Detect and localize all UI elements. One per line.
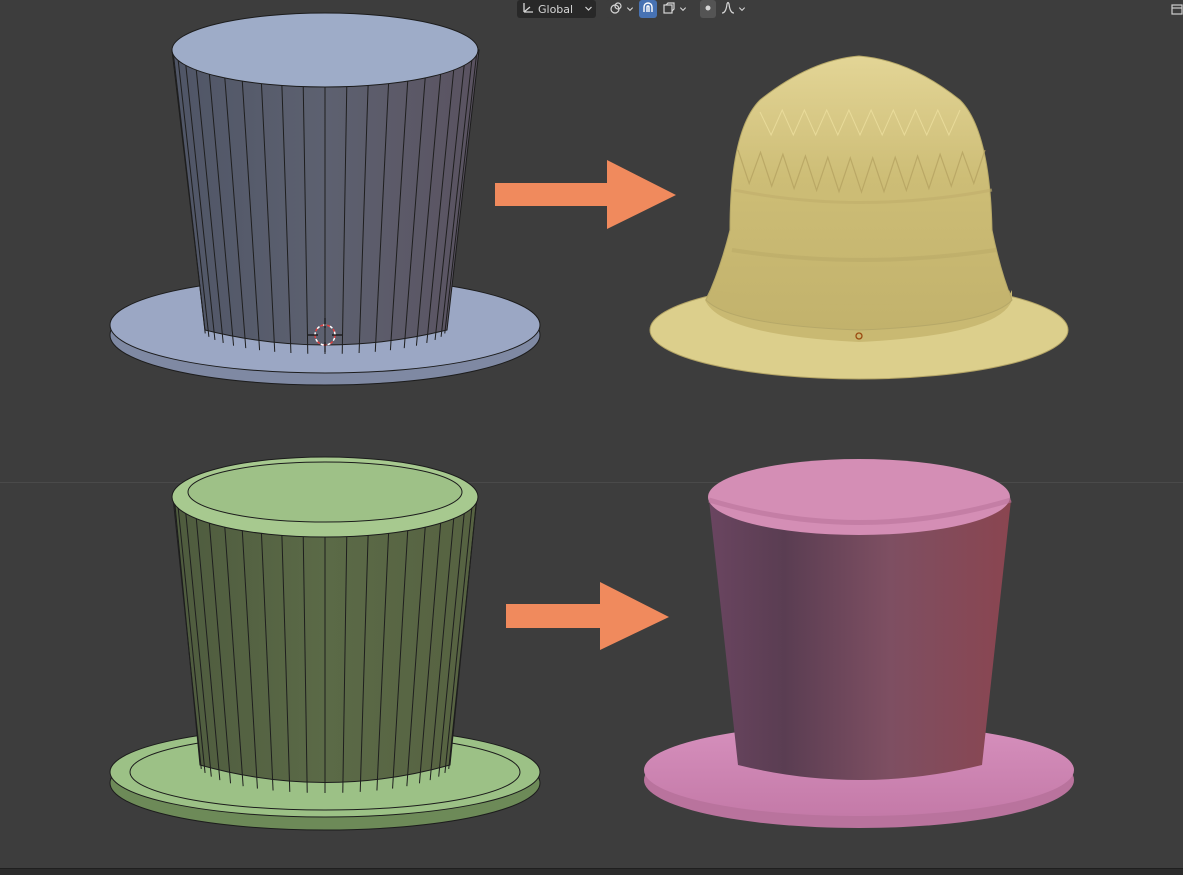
green-top-hat-mesh[interactable]	[109, 456, 541, 831]
blue-top-hat-mesh[interactable]	[109, 12, 541, 386]
arrow-right-icon	[506, 582, 669, 650]
scene-canvas	[109, 12, 1074, 831]
pink-smooth-top-hat[interactable]	[644, 459, 1074, 828]
3d-viewport[interactable]: Global	[0, 0, 1183, 875]
yellow-deformed-hat[interactable]	[649, 55, 1069, 380]
arrow-right-icon	[495, 160, 676, 229]
